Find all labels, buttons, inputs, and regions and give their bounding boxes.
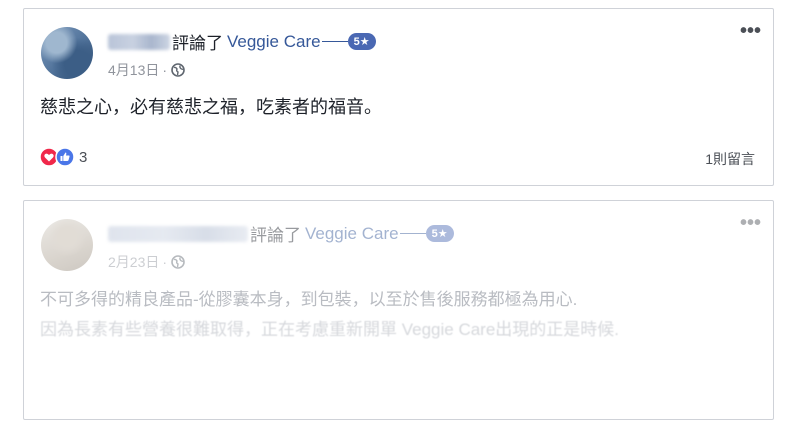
review-card: 評論了 Veggie Care 5★ 2月23日 · ••• 不可多得的精良產品…	[23, 200, 774, 420]
like-icon	[55, 147, 75, 167]
more-options-icon[interactable]: •••	[740, 213, 761, 233]
meta-separator: ·	[162, 254, 168, 270]
globe-icon	[171, 255, 185, 269]
reviewer-name-blurred[interactable]	[108, 33, 170, 50]
review-card: 評論了 Veggie Care 5★ 4月13日 · ••• 慈悲之心，必有慈悲…	[23, 8, 774, 186]
reactions-summary[interactable]: 3	[39, 147, 87, 167]
review-text-line2: 因為長素有些營養很難取得，正在考慮重新開單 Veggie Care出現的正是時候…	[40, 320, 620, 339]
post-date[interactable]: 4月13日	[108, 60, 159, 80]
reviewer-name-blurred[interactable]	[108, 225, 248, 242]
rating-badge: 5★	[347, 33, 376, 50]
review-verb: 評論了	[250, 226, 301, 245]
rating-connector	[399, 233, 426, 234]
review-header: 評論了 Veggie Care 5★	[108, 221, 454, 246]
reaction-count: 3	[79, 148, 88, 166]
page-name-link[interactable]: Veggie Care	[227, 32, 321, 52]
review-verb: 評論了	[172, 34, 223, 53]
globe-icon	[171, 63, 185, 77]
rating-badge: 5★	[425, 225, 454, 242]
post-meta: 2月23日 ·	[108, 252, 185, 272]
review-header: 評論了 Veggie Care 5★	[108, 29, 376, 54]
more-options-icon[interactable]: •••	[740, 21, 761, 41]
rating-connector	[321, 41, 348, 42]
comments-count-link[interactable]: 1則留言	[705, 149, 755, 169]
review-text: 不可多得的精良產品-從膠囊本身，到包裝，以至於售後服務都極為用心.	[40, 290, 578, 309]
avatar[interactable]	[41, 27, 93, 79]
meta-separator: ·	[162, 62, 168, 78]
post-date[interactable]: 2月23日	[108, 252, 159, 272]
page-name-link[interactable]: Veggie Care	[305, 224, 399, 244]
review-text: 慈悲之心，必有慈悲之福，吃素者的福音。	[40, 97, 382, 117]
post-meta: 4月13日 ·	[108, 60, 185, 80]
avatar[interactable]	[41, 219, 93, 271]
